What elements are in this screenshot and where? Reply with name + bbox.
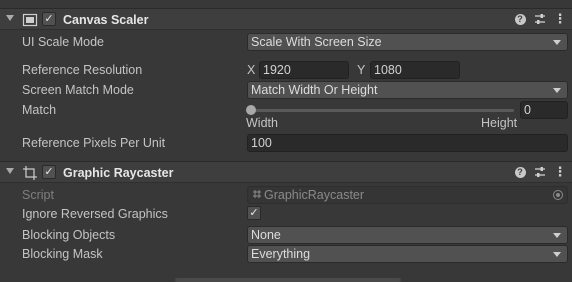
- presets-icon[interactable]: [533, 12, 547, 26]
- canvas-scaler-title: Canvas Scaler: [63, 13, 149, 27]
- canvas-scaler-enabled-checkbox[interactable]: ✓: [42, 12, 56, 26]
- screen-match-mode-dropdown[interactable]: Match Width Or Height: [247, 81, 568, 99]
- blocking-mask-dropdown[interactable]: Everything: [247, 245, 568, 263]
- screen-match-mode-label: Screen Match Mode: [22, 83, 134, 97]
- canvas-scaler-header[interactable]: ✓ Canvas Scaler ? ⋮: [0, 8, 572, 30]
- reference-pixels-per-unit-field[interactable]: 100: [247, 134, 568, 152]
- help-icon[interactable]: ?: [513, 165, 527, 179]
- menu-icon[interactable]: ⋮: [553, 12, 567, 26]
- resolution-y-field[interactable]: 1080: [370, 61, 460, 79]
- resolution-x-field[interactable]: 1920: [259, 61, 349, 79]
- foldout-arrow-icon[interactable]: [6, 168, 14, 174]
- blocking-objects-value: None: [251, 228, 281, 242]
- script-field[interactable]: GraphicRaycaster: [247, 186, 568, 204]
- object-picker-icon[interactable]: [553, 190, 563, 200]
- canvas-scaler-icon: [22, 12, 38, 28]
- dropdown-arrow-icon: [553, 40, 561, 45]
- blocking-objects-dropdown[interactable]: None: [247, 226, 568, 244]
- menu-icon[interactable]: ⋮: [553, 165, 567, 179]
- ignore-reversed-graphics-label: Ignore Reversed Graphics: [22, 207, 168, 221]
- blocking-mask-label: Blocking Mask: [22, 247, 103, 261]
- script-file-icon: [252, 187, 262, 203]
- script-label: Script: [22, 188, 54, 202]
- script-value: GraphicRaycaster: [264, 188, 365, 202]
- reference-resolution-label: Reference Resolution: [22, 63, 143, 77]
- graphic-raycaster-enabled-checkbox[interactable]: ✓: [42, 165, 56, 179]
- dropdown-arrow-icon: [553, 233, 561, 238]
- blocking-mask-value: Everything: [251, 247, 311, 261]
- dropdown-arrow-icon: [553, 252, 561, 257]
- resolution-x-label: X: [247, 63, 256, 77]
- foldout-arrow-icon[interactable]: [6, 15, 14, 21]
- match-label: Match: [22, 103, 57, 117]
- graphic-raycaster-header[interactable]: ✓ Graphic Raycaster ? ⋮: [0, 161, 572, 183]
- help-icon[interactable]: ?: [513, 12, 527, 26]
- graphic-raycaster-title: Graphic Raycaster: [63, 166, 174, 180]
- screen-match-mode-value: Match Width Or Height: [251, 83, 378, 97]
- ui-scale-mode-label: UI Scale Mode: [22, 35, 104, 49]
- add-component-button-edge[interactable]: [175, 278, 401, 282]
- match-slider-track[interactable]: [252, 109, 514, 112]
- match-max-label: Height: [481, 116, 518, 130]
- reference-pixels-per-unit-label: Reference Pixels Per Unit: [22, 136, 166, 150]
- ui-scale-mode-dropdown[interactable]: Scale With Screen Size: [247, 33, 568, 51]
- match-slider-handle[interactable]: [246, 105, 256, 115]
- blocking-objects-label: Blocking Objects: [22, 228, 116, 242]
- resolution-y-label: Y: [357, 63, 366, 77]
- dropdown-arrow-icon: [553, 88, 561, 93]
- match-value-field[interactable]: 0: [520, 101, 568, 119]
- ignore-reversed-graphics-checkbox[interactable]: ✓: [247, 206, 261, 220]
- presets-icon[interactable]: [533, 165, 547, 179]
- ui-scale-mode-value: Scale With Screen Size: [251, 35, 382, 49]
- match-min-label: Width: [246, 116, 278, 130]
- graphic-raycaster-icon: [22, 165, 38, 181]
